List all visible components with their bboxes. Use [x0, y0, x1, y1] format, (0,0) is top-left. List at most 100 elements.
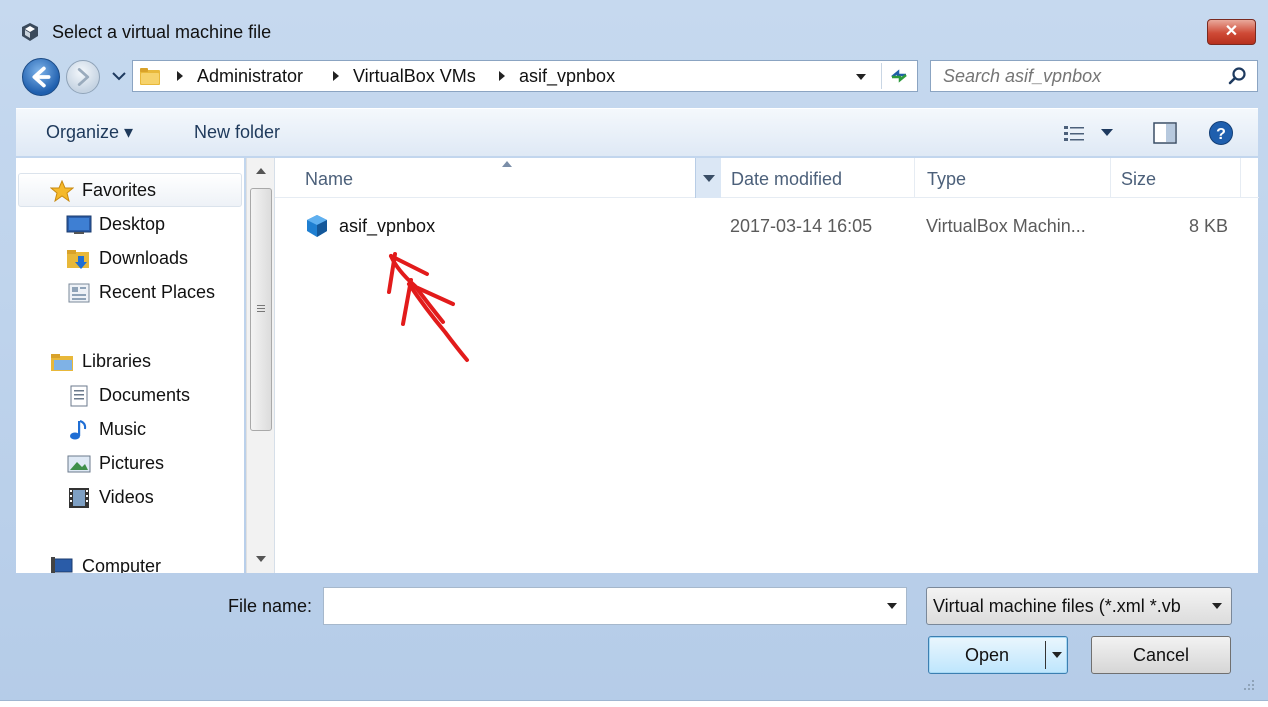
nav-pictures[interactable]: Pictures	[16, 449, 244, 479]
documents-icon	[70, 385, 88, 407]
column-header-date[interactable]: Date modified	[721, 158, 915, 198]
breadcrumb-asif-vpnbox[interactable]: asif_vpnbox	[519, 66, 615, 87]
desktop-icon	[66, 215, 92, 234]
nav-music[interactable]: Music	[16, 415, 244, 445]
pictures-icon	[67, 455, 91, 473]
help-icon[interactable]: ?	[1208, 120, 1234, 146]
column-header-name[interactable]: Name	[275, 158, 721, 198]
breadcrumb-virtualbox-vms[interactable]: VirtualBox VMs	[353, 66, 476, 87]
close-button[interactable]: ✕	[1207, 19, 1256, 45]
column-type-label: Type	[927, 169, 967, 189]
nav-documents[interactable]: Documents	[16, 381, 244, 411]
breadcrumb-separator-icon[interactable]	[497, 69, 507, 83]
chevron-down-icon[interactable]	[886, 602, 898, 610]
file-name[interactable]: asif_vpnbox	[339, 216, 435, 237]
star-icon	[50, 180, 74, 202]
search-box[interactable]	[930, 60, 1258, 92]
file-list: Name Date modified Type Size asif_vpnbox	[274, 158, 1259, 573]
forward-arrow-icon	[77, 68, 90, 86]
scroll-down-arrow-icon[interactable]	[255, 554, 267, 564]
file-name-combobox[interactable]	[323, 587, 907, 625]
recent-places-icon	[68, 283, 90, 303]
open-button[interactable]: Open	[928, 636, 1068, 674]
column-header-type[interactable]: Type	[915, 158, 1111, 198]
annotation-arrows-icon	[387, 252, 469, 362]
column-size-label: Size	[1121, 169, 1157, 189]
file-name-input[interactable]	[330, 596, 870, 618]
back-button[interactable]	[22, 58, 60, 96]
open-file-dialog: Select a virtual machine file ✕ Administ…	[0, 0, 1268, 707]
address-dropdown-icon[interactable]	[853, 69, 869, 85]
file-type: VirtualBox Machin...	[926, 216, 1086, 236]
nav-music-label: Music	[99, 419, 147, 439]
computer-icon	[51, 557, 73, 573]
chevron-down-icon	[703, 175, 715, 182]
nav-desktop-label: Desktop	[99, 214, 166, 234]
libraries-icon	[51, 354, 73, 371]
nav-recent-places-label: Recent Places	[99, 282, 216, 302]
virtualbox-file-icon	[307, 215, 327, 237]
svg-text:?: ?	[1216, 126, 1226, 143]
breadcrumb-separator-icon[interactable]	[175, 69, 185, 83]
nav-desktop[interactable]: Desktop	[16, 210, 244, 240]
column-header-size[interactable]: Size	[1111, 158, 1241, 198]
nav-libraries[interactable]: Libraries	[16, 347, 244, 377]
address-bar[interactable]: Administrator VirtualBox VMs asif_vpnbox	[132, 60, 918, 92]
nav-documents-label: Documents	[99, 385, 191, 405]
nav-favorites-label: Favorites	[82, 180, 157, 200]
column-date-label: Date modified	[731, 169, 843, 189]
sort-ascending-icon	[502, 161, 512, 167]
downloads-folder-icon	[67, 250, 89, 269]
open-button-label: Open	[964, 645, 1010, 665]
file-row[interactable]: asif_vpnbox 2017-03-14 16:05 VirtualBox …	[275, 210, 1259, 246]
window-bottom-edge	[0, 700, 1268, 707]
name-filter-button[interactable]	[695, 158, 721, 198]
nav-favorites[interactable]: Favorites	[16, 176, 244, 206]
navigation-pane: Favorites Desktop Downloads Recent Place…	[16, 158, 244, 573]
nav-videos[interactable]: Videos	[16, 483, 244, 513]
file-type-filter-value: Virtual machine files (*.xml *.vb	[933, 596, 1181, 616]
refresh-icon	[891, 69, 907, 83]
preview-pane-icon[interactable]	[1152, 121, 1178, 145]
music-icon	[70, 420, 87, 440]
folder-icon	[140, 68, 160, 85]
breadcrumb-separator-icon[interactable]	[331, 69, 341, 83]
scroll-grip-icon	[257, 305, 265, 312]
nav-pictures-label: Pictures	[99, 453, 165, 473]
breadcrumb-administrator[interactable]: Administrator	[197, 66, 303, 87]
recent-pages-chevron-icon[interactable]	[110, 66, 128, 86]
window-title: Select a virtual machine file	[52, 22, 272, 42]
command-toolbar: Organize ▾ New folder ?	[16, 108, 1258, 156]
organize-button[interactable]: Organize ▾	[46, 122, 133, 143]
search-input[interactable]	[943, 66, 1213, 86]
file-date: 2017-03-14 16:05	[730, 216, 873, 236]
file-size: 8 KB	[1189, 216, 1229, 236]
chevron-down-icon[interactable]	[1100, 127, 1114, 137]
back-arrow-icon	[32, 66, 51, 88]
nav-downloads-label: Downloads	[99, 248, 189, 268]
title-bar: Select a virtual machine file ✕	[0, 8, 1268, 58]
new-folder-button[interactable]: New folder	[194, 122, 280, 143]
column-name-label: Name	[305, 169, 354, 189]
nav-libraries-label: Libraries	[82, 351, 152, 371]
resize-grip-icon[interactable]	[1242, 678, 1256, 692]
nav-computer[interactable]: Computer	[16, 552, 244, 573]
nav-downloads[interactable]: Downloads	[16, 244, 244, 274]
search-icon[interactable]	[1227, 66, 1249, 86]
forward-button[interactable]	[66, 60, 100, 94]
nav-recent-places[interactable]: Recent Places	[16, 278, 244, 308]
cancel-button-label: Cancel	[1132, 645, 1190, 665]
open-options-chevron-icon[interactable]	[1051, 651, 1063, 659]
scroll-up-arrow-icon[interactable]	[255, 166, 267, 176]
close-icon: ✕	[1224, 23, 1239, 40]
file-type-filter-select[interactable]: Virtual machine files (*.xml *.vb	[926, 587, 1232, 625]
chevron-down-icon	[1212, 603, 1222, 609]
cancel-button[interactable]: Cancel	[1091, 636, 1231, 674]
file-name-label: File name:	[228, 596, 313, 616]
view-options-icon[interactable]	[1062, 123, 1086, 143]
scrollbar-thumb[interactable]	[250, 188, 272, 431]
navigation-scrollbar[interactable]	[246, 158, 274, 573]
open-split-divider	[1045, 641, 1046, 669]
refresh-button[interactable]	[881, 63, 915, 89]
videos-icon	[69, 488, 89, 508]
